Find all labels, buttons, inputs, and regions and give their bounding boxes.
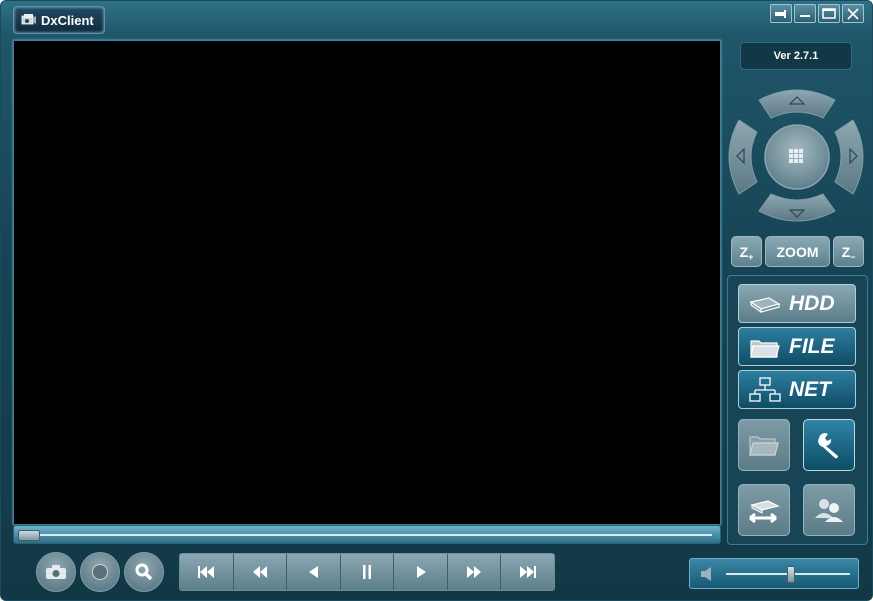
camera-icon [46,565,66,579]
zoom-in-button[interactable]: Z + [731,236,762,267]
volume-control [689,558,859,589]
video-display[interactable] [13,40,721,525]
title-bar: DxClient [1,1,872,34]
ptz-left-button[interactable] [728,119,758,195]
app-icon [21,14,36,25]
wrench-icon [818,433,839,459]
snapshot-button[interactable] [36,552,76,592]
open-folder-icon [749,436,779,456]
first-frame-button[interactable] [180,554,234,590]
close-icon [847,7,859,20]
last-frame-button[interactable] [501,554,554,590]
version-label: Ver 2.7.1 [740,42,852,70]
speaker-icon [701,567,711,581]
pause-button[interactable] [340,554,395,590]
fast-backward-icon [252,566,267,578]
folder-icon [750,339,780,358]
search-icon [135,563,153,581]
open-folder-button[interactable] [738,419,790,471]
zoom-out-button[interactable]: Z − [833,236,864,267]
net-button[interactable]: NET [738,370,856,409]
play-button[interactable] [394,554,448,590]
zoom-out-label: Z [841,243,851,260]
users-icon [815,499,843,522]
hdd-label: HDD [789,291,835,315]
fast-forward-button[interactable] [447,554,502,590]
play-backward-button[interactable] [287,554,341,590]
hdd-button[interactable]: HDD [738,284,856,323]
record-button[interactable] [80,552,120,592]
app-title: DxClient [41,12,94,28]
first-frame-icon [198,566,215,578]
volume-slider-thumb[interactable] [787,566,796,583]
play-icon [416,566,426,578]
network-icon [749,376,781,402]
settings-button[interactable] [803,419,855,471]
title-tab: DxClient [13,6,105,34]
zoom-label: ZOOM [776,243,819,260]
search-button[interactable] [124,552,164,592]
app-window: DxClient Ver 2.7.1 Z + ZOOM Z − HDD FILE… [0,0,873,601]
grid-icon [789,149,803,163]
zoom-in-label: Z [739,243,749,260]
zoom-button[interactable]: ZOOM [765,236,830,267]
users-button[interactable] [803,484,855,536]
pin-button[interactable] [770,4,792,23]
seek-track [18,534,712,536]
fast-backward-button[interactable] [233,554,288,590]
maximize-icon [822,8,836,19]
window-controls [770,4,864,23]
seek-thumb[interactable] [18,530,40,541]
record-icon [92,564,108,580]
ptz-right-button[interactable] [834,119,864,195]
play-backward-icon [309,566,319,578]
file-label: FILE [789,334,835,358]
ptz-control-pad [728,89,864,222]
hdd-icon [749,296,781,313]
net-label: NET [789,377,831,401]
minimize-button[interactable] [794,4,816,23]
pin-icon [775,9,786,18]
fast-forward-icon [467,566,482,578]
convert-button[interactable] [738,484,790,536]
last-frame-icon [519,566,536,578]
minimize-icon [800,14,810,17]
close-button[interactable] [842,4,864,23]
transport-bar [179,553,555,591]
pause-icon [363,565,372,579]
file-button[interactable]: FILE [738,327,856,366]
maximize-button[interactable] [818,4,840,23]
convert-icon [749,500,780,524]
seek-bar[interactable] [13,525,721,544]
